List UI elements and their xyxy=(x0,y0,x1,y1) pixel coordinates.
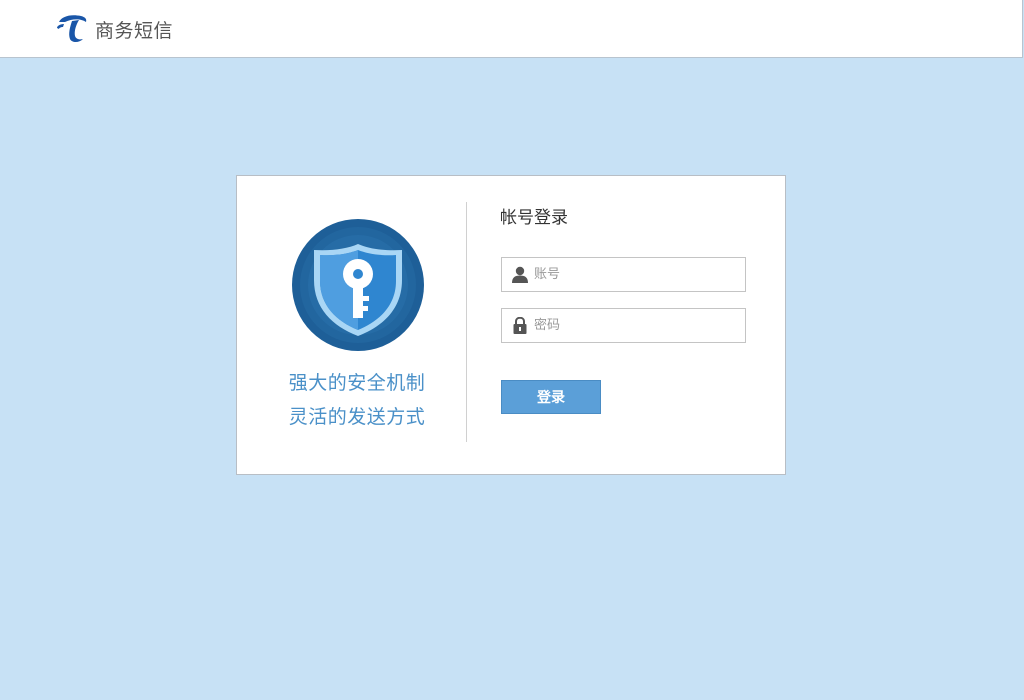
account-input[interactable] xyxy=(534,258,739,291)
brand-name: 商务短信 xyxy=(95,19,174,42)
top-bar: 商务短信 xyxy=(0,0,1023,58)
promo-panel: 强大的安全机制 灵活的发送方式 xyxy=(237,176,466,474)
shield-key-icon xyxy=(291,218,425,352)
login-form: 帐号登录 登录 xyxy=(500,176,760,474)
password-input[interactable] xyxy=(534,309,739,342)
user-icon xyxy=(512,266,528,283)
brand[interactable]: 商务短信 xyxy=(55,12,173,46)
login-card: 强大的安全机制 灵活的发送方式 帐号登录 登录 xyxy=(236,175,786,475)
lock-icon xyxy=(513,317,527,334)
account-field[interactable] xyxy=(501,257,746,292)
form-title: 帐号登录 xyxy=(500,208,568,228)
login-button[interactable]: 登录 xyxy=(501,380,601,414)
slogan-line-2: 灵活的发送方式 xyxy=(288,406,426,428)
slogan-line-1: 强大的安全机制 xyxy=(288,372,426,394)
password-field[interactable] xyxy=(501,308,746,343)
divider xyxy=(466,202,467,442)
telecom-logo-icon xyxy=(57,15,87,42)
